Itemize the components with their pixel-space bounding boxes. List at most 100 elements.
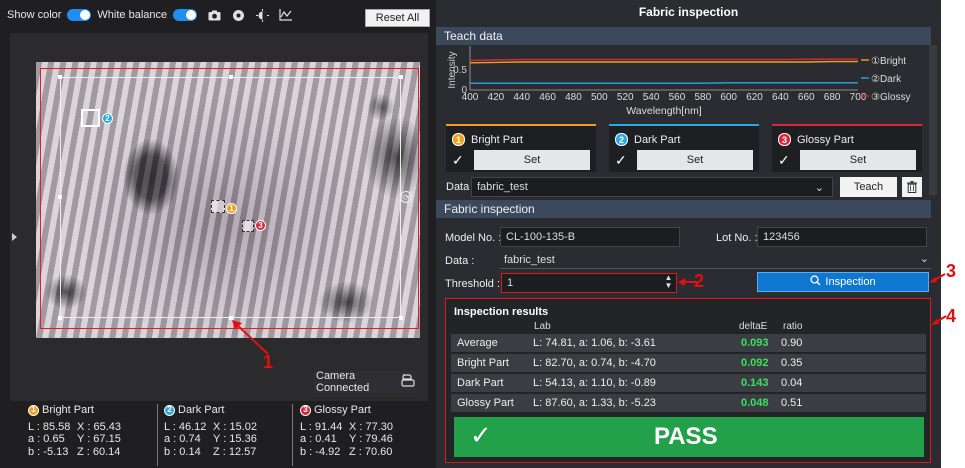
results-title: Inspection results [454, 306, 549, 318]
stat-value: b : -5.13 [28, 445, 69, 458]
x-tick-label: 460 [539, 92, 556, 103]
set-bright-button[interactable]: Set [474, 150, 590, 170]
series-line [469, 58, 858, 62]
verdict-text: PASS [654, 423, 718, 450]
data-label-2: Data : [445, 255, 475, 267]
bright-part-title: Bright Part [42, 404, 94, 416]
stat-value: Z : 60.14 [77, 445, 121, 458]
bright-part-badge: 1 [452, 133, 465, 146]
set-dark-button[interactable]: Set [637, 150, 753, 170]
data-select[interactable]: fabric_test ⌄ [471, 177, 833, 197]
inspection-button[interactable]: Inspection [757, 272, 929, 292]
row-delta: 0.048 [741, 397, 769, 409]
legend-label: ③Glossy [871, 92, 911, 103]
inspection-results: Inspection results Lab deltaE ratio Aver… [445, 298, 931, 463]
glossy-part-badge: 3 [778, 133, 791, 146]
card-label: Dark Part [634, 133, 681, 146]
col-lab-header: Lab [534, 321, 551, 332]
check-icon: ✓ [470, 420, 492, 450]
lot-no-label: Lot No. : [716, 232, 758, 244]
model-no-field[interactable]: CL-100-135-B [500, 227, 680, 247]
check-icon: ✓ [452, 152, 464, 168]
fabric-inspection-header: Fabric inspection [436, 200, 931, 218]
glossy-part-marker: 3 [255, 220, 266, 231]
row-name: Dark Part [457, 377, 504, 389]
row-lab: L: 74.81, a: 1.06, b: -3.61 [533, 337, 656, 349]
annotation-label-3: 3 [946, 261, 957, 281]
x-axis-label: Wavelength[nm] [626, 105, 702, 116]
x-tick-label: 680 [824, 92, 841, 103]
stat-value: Z : 70.60 [349, 445, 393, 458]
color-stats: 1 Bright Part L : 85.58 X : 65.43 a : 0.65… [28, 404, 436, 468]
camera-connected-icon [400, 373, 416, 391]
dark-part-region[interactable] [81, 109, 100, 127]
graph-icon[interactable] [279, 8, 293, 22]
x-tick-label: 480 [565, 92, 582, 103]
series-line [469, 60, 858, 64]
camera-panel: Show color White balance Reset All ⟳ 2 1… [0, 0, 436, 468]
glossy-part-stats: 3 Glossy Part L : 91.44 X : 77.30 a : 0.41… [300, 404, 436, 468]
camera-icon[interactable] [207, 8, 221, 22]
brightness-icon[interactable] [255, 8, 269, 22]
glossy-part-region[interactable] [242, 220, 254, 232]
teach-button[interactable]: Teach [840, 177, 897, 197]
camera-status-text: Camera Connected [316, 370, 370, 394]
pass-banner: ✓ PASS [454, 417, 924, 457]
stat-value: L : 85.58 [28, 420, 71, 433]
model-no-label: Model No. : [445, 232, 502, 244]
threshold-label: Threshold : [445, 278, 501, 290]
x-tick-label: 640 [772, 92, 789, 103]
teach-cards: 1 Bright Part ✓ Set 2 Dark Part ✓ Set 3 Glo… [446, 124, 926, 172]
stat-value: b : 0.14 [164, 445, 201, 458]
row-name: Average [457, 337, 498, 349]
data-dropdown[interactable]: fabric_test ⌄ [500, 250, 931, 270]
x-tick-label: 520 [617, 92, 634, 103]
x-tick-label: 420 [488, 92, 505, 103]
stat-value: L : 91.44 [300, 420, 343, 433]
x-tick-label: 440 [513, 92, 530, 103]
legend-label: ②Dark [871, 74, 902, 85]
scrollbar[interactable] [929, 45, 937, 195]
threshold-stepper[interactable]: ▲ ▼ [662, 274, 675, 292]
bright-part-marker: 1 [226, 203, 237, 214]
threshold-input[interactable]: 1 [501, 273, 677, 293]
dark-part-title: Dark Part [178, 404, 225, 416]
stat-value: b : -4.92 [300, 445, 341, 458]
row-delta: 0.093 [741, 337, 769, 349]
col-ratio-header: ratio [783, 321, 803, 332]
lot-no-field[interactable]: 123456 [757, 227, 927, 247]
bright-part-region[interactable] [211, 200, 225, 213]
spin-down-icon[interactable]: ▼ [662, 282, 675, 290]
inspection-button-label: Inspection [825, 276, 876, 288]
row-delta: 0.092 [741, 357, 769, 369]
set-glossy-button[interactable]: Set [800, 150, 916, 170]
reset-all-button[interactable]: Reset All [365, 9, 430, 27]
white-balance-label: White balance [97, 9, 168, 21]
search-icon [810, 275, 821, 289]
result-row-glossy: Glossy Part L: 87.60, a: 1.33, b: -5.23 … [451, 394, 926, 412]
show-color-toggle[interactable] [67, 9, 92, 21]
check-icon: ✓ [778, 152, 790, 168]
expand-left-icon[interactable] [12, 233, 17, 241]
settings-icon[interactable] [231, 8, 245, 22]
row-name: Glossy Part [457, 397, 514, 409]
trash-icon[interactable] [902, 177, 922, 197]
bright-part-card: 1 Bright Part ✓ Set [446, 124, 596, 172]
row-ratio: 0.90 [781, 337, 803, 349]
check-icon: ✓ [615, 152, 627, 168]
x-tick-label: 580 [694, 92, 711, 103]
stat-value: a : 0.41 [300, 433, 337, 445]
annotation-box-1 [40, 68, 419, 329]
white-balance-toggle[interactable] [173, 9, 198, 21]
x-tick-label: 400 [462, 92, 479, 103]
x-tick-label: 700 [850, 92, 867, 103]
dark-part-stats: 2 Dark Part L : 46.12 X : 15.02 a : 0.74 Y … [164, 404, 300, 468]
panel-title: Fabric inspection [638, 5, 739, 19]
stat-value: Z : 12.57 [213, 445, 257, 458]
result-row-bright: Bright Part L: 82.70, a: 0.74, b: -4.70 … [451, 354, 926, 372]
glossy-part-title: Glossy Part [314, 404, 371, 416]
result-row-average: Average L: 74.81, a: 1.06, b: -3.61 0.09… [451, 334, 926, 352]
y-tick-label: 0.5 [453, 65, 467, 76]
data-label: Data [446, 181, 470, 193]
teach-data-header: Teach data [436, 27, 931, 45]
